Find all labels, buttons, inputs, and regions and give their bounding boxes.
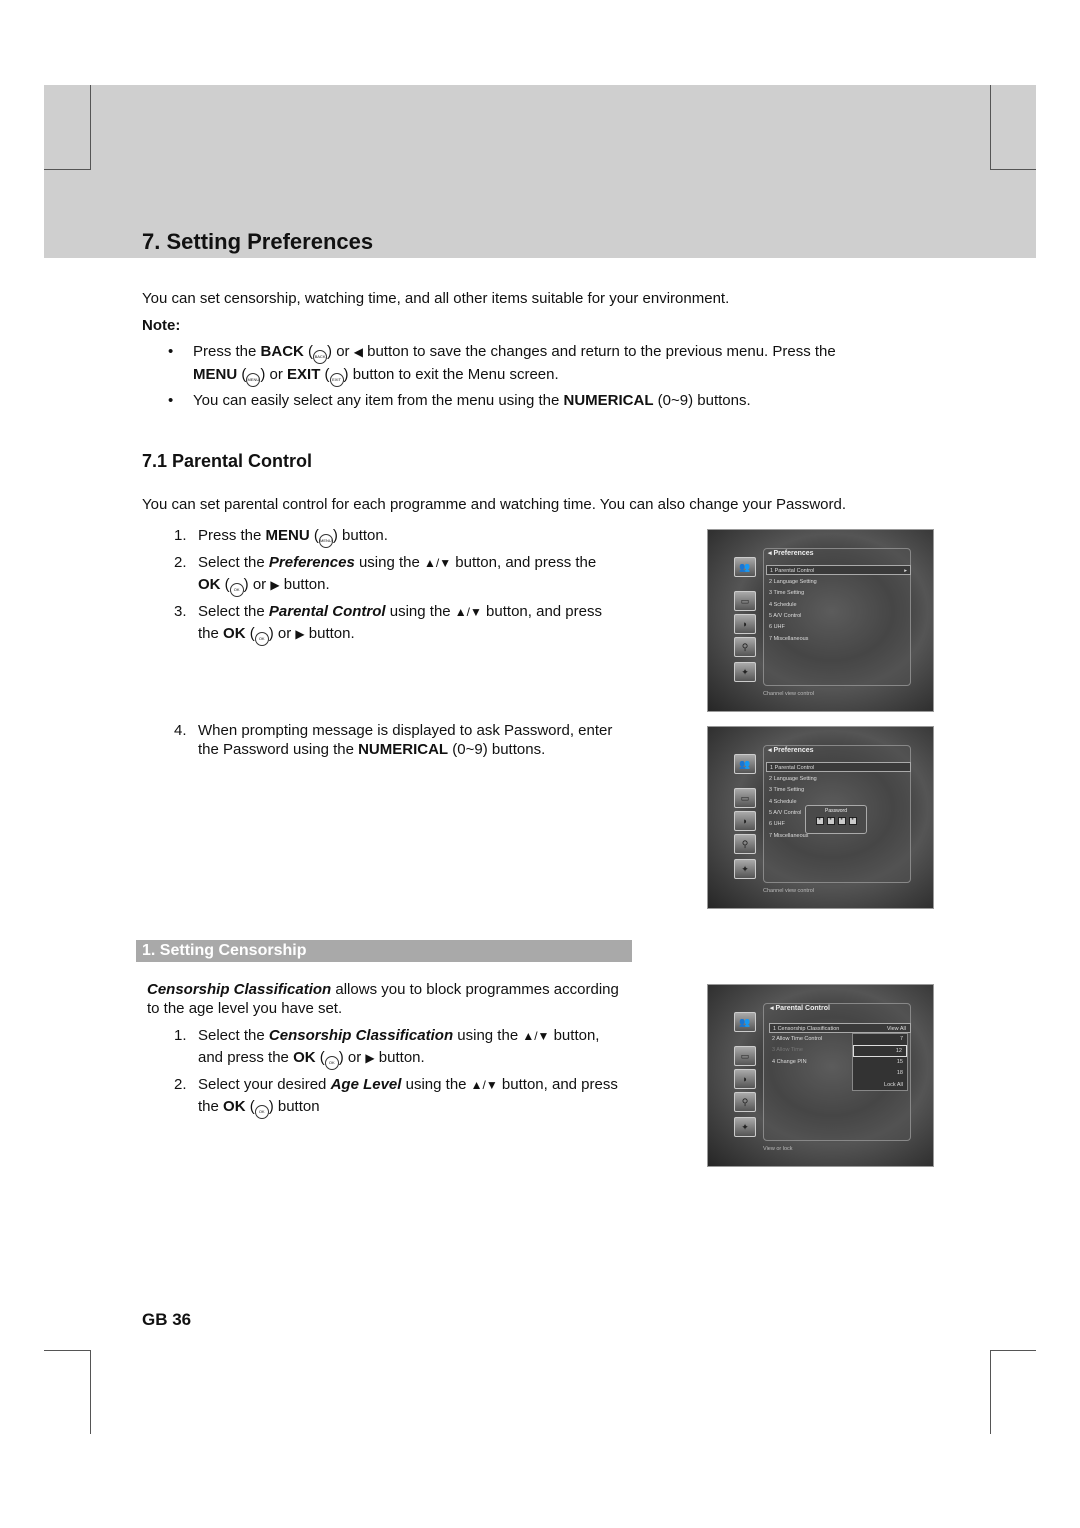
- crop-mark: [90, 85, 91, 170]
- password-dialog[interactable]: Password * * * *: [805, 805, 867, 834]
- tools-icon: ✦: [734, 1117, 756, 1137]
- left-arrow-icon: ◀: [353, 345, 363, 359]
- ok-button-icon: OK: [324, 1056, 339, 1070]
- note-bullet: • You can easily select any item from th…: [168, 392, 751, 409]
- menu-item[interactable]: 1 Parental Control: [766, 762, 911, 772]
- step-4: 4. When prompting message is displayed to…: [174, 722, 613, 758]
- up-down-arrow-icon: ▲/▼: [522, 1029, 550, 1043]
- up-down-arrow-icon: ▲/▼: [470, 1078, 498, 1092]
- menu-item[interactable]: 6 UHF: [766, 622, 911, 632]
- crop-mark: [990, 1350, 991, 1434]
- menu-item[interactable]: 1 Parental Control ▸: [766, 565, 911, 575]
- crop-mark: [990, 169, 1036, 170]
- crop-mark: [44, 169, 90, 170]
- censor-step-2: 2. Select your desired Age Level using th…: [174, 1074, 694, 1119]
- option[interactable]: 12: [853, 1045, 907, 1057]
- screenshot-parental-control: 👥 ▭ ◗ ⚲ ✦ ◂ Parental Control 1 Censorshi…: [707, 984, 934, 1167]
- step-2: 2. Select the Preferences using the ▲/▼ b…: [174, 552, 694, 597]
- crop-mark: [990, 85, 991, 170]
- crop-mark: [90, 1350, 91, 1434]
- search-icon: ⚲: [734, 834, 756, 854]
- menu-title: ◂ Preferences: [768, 747, 814, 754]
- menu-item[interactable]: 5 A/V Control: [766, 611, 911, 621]
- satellite-icon: ◗: [734, 811, 756, 831]
- step-3: 3. Select the Parental Control using the …: [174, 601, 694, 646]
- menu-item[interactable]: 3 Time Setting: [766, 785, 911, 795]
- menu-title: ◂ Parental Control: [770, 1005, 830, 1012]
- crop-mark: [44, 1350, 90, 1351]
- satellite-icon: ◗: [734, 614, 756, 634]
- tv-icon: ▭: [734, 591, 756, 611]
- up-down-arrow-icon: ▲/▼: [454, 605, 482, 619]
- menu-item[interactable]: 3 Time Setting: [766, 588, 911, 598]
- users-icon: 👥: [734, 557, 756, 577]
- note-label: Note:: [142, 317, 181, 334]
- right-arrow-icon: ▶: [365, 1051, 375, 1065]
- subsection-intro: Censorship Classification allows you to …: [147, 981, 619, 1017]
- menu-item[interactable]: 4 Schedule: [766, 600, 911, 610]
- help-text: Channel view control: [763, 691, 815, 697]
- right-arrow-icon: ▶: [295, 627, 305, 641]
- exit-button-icon: EXIT: [329, 373, 344, 387]
- menu-button-icon: MENU: [246, 373, 261, 387]
- satellite-icon: ◗: [734, 1069, 756, 1089]
- up-down-arrow-icon: ▲/▼: [424, 556, 452, 570]
- ok-button-icon: OK: [254, 632, 269, 646]
- menu-item[interactable]: 7 Miscellaneous: [766, 634, 911, 644]
- users-icon: 👥: [734, 1012, 756, 1032]
- age-level-dropdown[interactable]: 7 12 15 18 Lock All: [852, 1033, 908, 1091]
- section-title: 7.1 Parental Control: [142, 451, 313, 471]
- page-title: 7. Setting Preferences: [142, 229, 374, 254]
- intro-text: You can set censorship, watching time, a…: [142, 290, 730, 307]
- search-icon: ⚲: [734, 637, 756, 657]
- back-button-icon: BACK: [313, 350, 328, 364]
- menu-item[interactable]: 1 Censorship Classification View All: [769, 1023, 911, 1033]
- menu-item[interactable]: 2 Language Setting: [766, 577, 911, 587]
- help-text: View or lock: [763, 1146, 793, 1152]
- option[interactable]: 15: [853, 1057, 907, 1068]
- censor-step-1: 1. Select the Censorship Classification u…: [174, 1025, 694, 1070]
- help-text: Channel view control: [763, 888, 815, 894]
- step-1: 1. Press the MENU (MENU) button.: [174, 525, 388, 548]
- tools-icon: ✦: [734, 662, 756, 682]
- menu-button-icon: MENU: [318, 534, 333, 548]
- ok-button-icon: OK: [254, 1105, 269, 1119]
- search-icon: ⚲: [734, 1092, 756, 1112]
- screenshot-preferences-menu: 👥 ▭ ◗ ⚲ ✦ ◂ Preferences 1 Parental Contr…: [707, 529, 934, 712]
- menu-item[interactable]: 2 Language Setting: [766, 774, 911, 784]
- option[interactable]: Lock All: [853, 1080, 907, 1091]
- option[interactable]: 7: [853, 1034, 907, 1045]
- page-number: GB 36: [142, 1310, 192, 1329]
- crop-mark: [990, 1350, 1036, 1351]
- subsection-title: 1. Setting Censorship: [136, 940, 632, 962]
- ok-button-icon: OK: [229, 583, 244, 597]
- tools-icon: ✦: [734, 859, 756, 879]
- section-intro: You can set parental control for each pr…: [142, 496, 847, 513]
- option[interactable]: 18: [853, 1068, 907, 1079]
- users-icon: 👥: [734, 754, 756, 774]
- tv-icon: ▭: [734, 788, 756, 808]
- tv-icon: ▭: [734, 1046, 756, 1066]
- screenshot-password-prompt: 👥 ▭ ◗ ⚲ ✦ ◂ Preferences 1 Parental Contr…: [707, 726, 934, 909]
- menu-title: ◂ Preferences: [768, 550, 814, 557]
- right-arrow-icon: ▶: [270, 578, 280, 592]
- note-bullet: • Press the BACK (BACK) or ◀ button to s…: [168, 341, 908, 387]
